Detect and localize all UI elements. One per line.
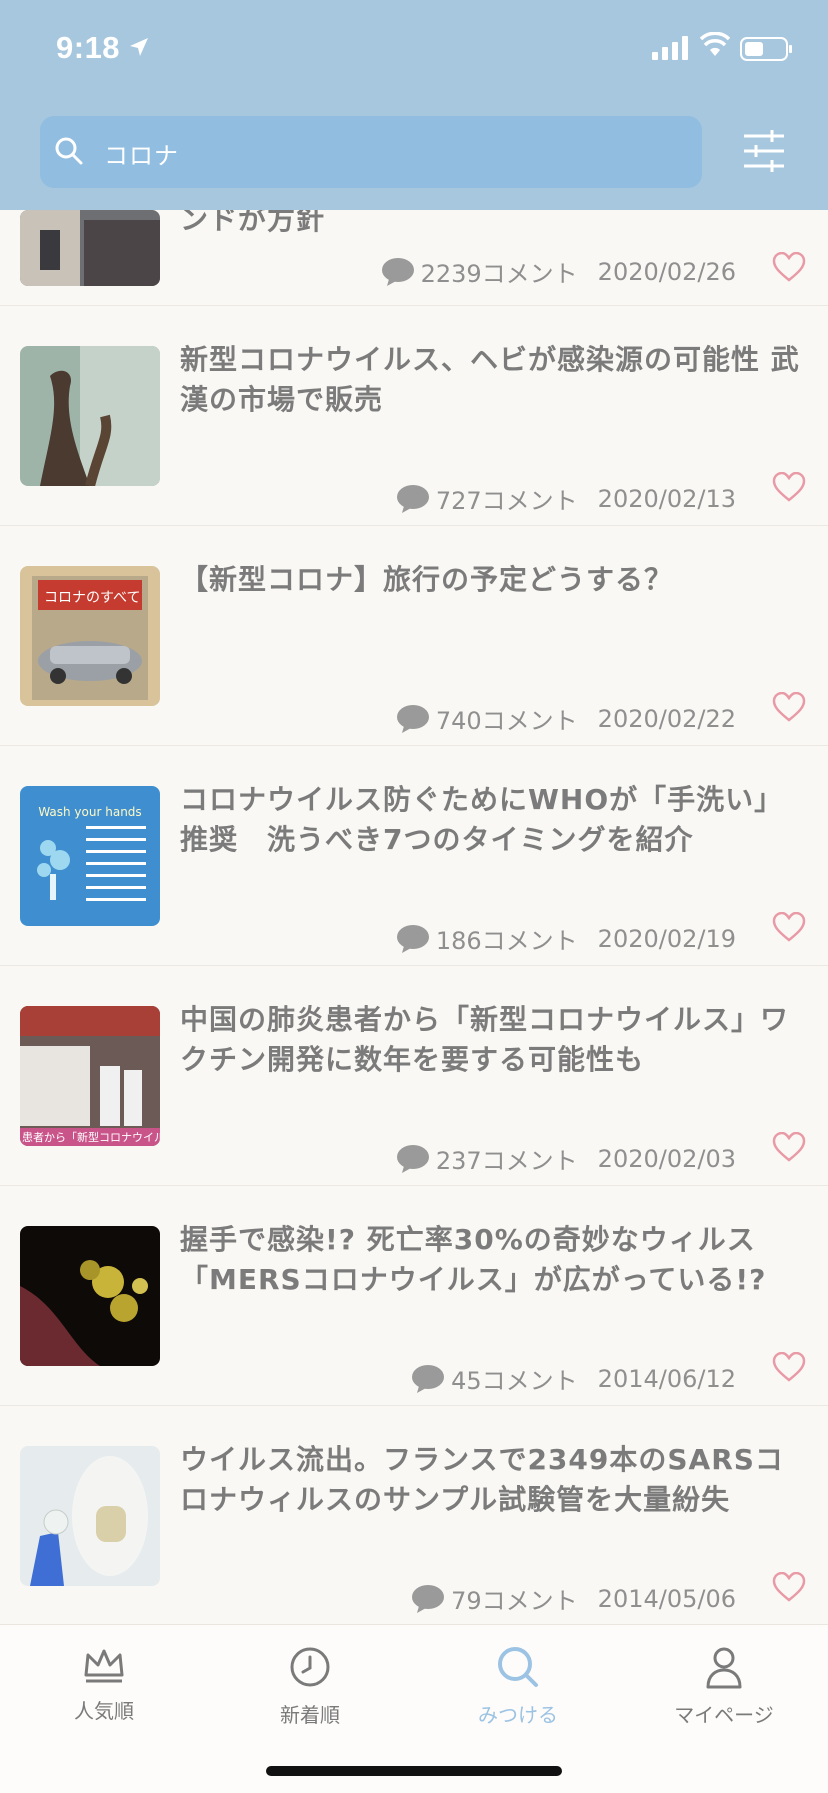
article-row[interactable]: 握手で感染!? 死亡率30%の奇妙なウィルス「MERSコロナウイルス」が広がって… (0, 1186, 828, 1407)
article-meta: 45コメント 2014/06/12 (411, 1361, 736, 1396)
article-meta: 2239コメント 2020/02/26 (381, 254, 736, 289)
comment-icon (396, 484, 429, 513)
crown-icon (84, 1649, 124, 1683)
article-row[interactable]: コロナのすべて 【新型コロナ】旅行の予定どうする？ 740コメント 2020/0… (0, 526, 828, 747)
tab-label: みつける (478, 1703, 558, 1727)
wifi-icon (699, 31, 731, 62)
article-row[interactable]: ウイルス流出。フランスで2349本のSARSコロナウィルスのサンプル試験管を大量… (0, 1406, 828, 1627)
article-thumbnail: 患者から「新型コロナウイル (20, 1006, 160, 1146)
tab-popular[interactable]: 人気順 (24, 1645, 184, 1724)
tab-discover[interactable]: みつける (438, 1645, 598, 1728)
article-date: 2020/02/22 (597, 704, 736, 733)
article-date: 2014/06/12 (597, 1364, 736, 1393)
comment-count: 186コメント (435, 927, 578, 955)
article-date: 2014/05/06 (597, 1584, 736, 1613)
comment-count: 45コメント (451, 1367, 578, 1395)
article-date: 2020/02/03 (597, 1144, 736, 1173)
favorite-heart-icon[interactable] (772, 1571, 806, 1606)
article-meta: 186コメント 2020/02/19 (396, 921, 736, 956)
clock-icon (290, 1647, 330, 1687)
article-thumbnail (20, 346, 160, 486)
home-indicator[interactable] (266, 1766, 562, 1776)
tab-mypage[interactable]: マイページ (644, 1645, 804, 1728)
article-title: 新型コロナウイルス、ヘビが感染源の可能性 武漢の市場で販売 (180, 343, 800, 416)
comment-icon (412, 1364, 445, 1393)
article-row[interactable]: Wash your hands コロナウイルス防ぐためにWHOが「手洗い」推奨 … (0, 746, 828, 967)
favorite-heart-icon[interactable] (772, 911, 806, 946)
article-row[interactable]: 患者から「新型コロナウイル 中国の肺炎患者から「新型コロナウイルス」ワクチン開発… (0, 966, 828, 1187)
article-meta: 237コメント 2020/02/03 (396, 1141, 736, 1176)
comment-icon (381, 257, 414, 286)
article-title: ウイルス流出。フランスで2349本のSARSコロナウィルスのサンプル試験管を大量… (180, 1443, 784, 1516)
favorite-heart-icon[interactable] (772, 251, 806, 286)
search-icon (54, 136, 84, 170)
tab-label: 人気順 (74, 1699, 134, 1723)
search-input[interactable]: コロナ (40, 116, 702, 188)
article-thumbnail: Wash your hands (20, 786, 160, 926)
tab-label: 新着順 (280, 1703, 340, 1727)
favorite-heart-icon[interactable] (772, 691, 806, 726)
battery-icon (740, 36, 794, 66)
article-thumbnail (20, 1446, 160, 1586)
comment-count: 727コメント (435, 487, 578, 515)
article-date: 2020/02/19 (597, 924, 736, 953)
favorite-heart-icon[interactable] (772, 1131, 806, 1166)
tab-newest[interactable]: 新着順 (230, 1645, 390, 1728)
comment-icon (396, 1144, 429, 1173)
article-date: 2020/02/13 (597, 484, 736, 513)
article-date: 2020/02/26 (597, 257, 736, 286)
filter-sliders-icon[interactable] (742, 130, 786, 176)
article-title: 握手で感染!? 死亡率30%の奇妙なウィルス「MERSコロナウイルス」が広がって… (180, 1223, 767, 1296)
article-row[interactable]: 新型コロナウイルス、ヘビが感染源の可能性 武漢の市場で販売 727コメント 20… (0, 306, 828, 527)
signal-icon (652, 36, 690, 64)
thumbnail-caption: 患者から「新型コロナウイル (22, 1130, 160, 1144)
thumbnail-caption: コロナのすべて (44, 590, 140, 606)
tab-label: マイページ (674, 1703, 774, 1727)
search-icon (498, 1647, 538, 1687)
search-header: 9:18 コロナ (0, 0, 828, 210)
article-meta: 740コメント 2020/02/22 (396, 701, 736, 736)
comment-count: 237コメント (435, 1147, 578, 1175)
article-title: 【新型コロナ】旅行の予定どうする？ (180, 563, 674, 596)
article-meta: 79コメント 2014/05/06 (411, 1581, 736, 1616)
thumbnail-heading: Wash your hands (38, 805, 141, 819)
comment-count: 79コメント (451, 1587, 578, 1615)
article-meta: 727コメント 2020/02/13 (396, 481, 736, 516)
article-title: コロナウイルス防ぐためにWHOが「手洗い」推奨 洗うべき7つのタイミングを紹介 (180, 783, 784, 856)
favorite-heart-icon[interactable] (772, 471, 806, 506)
article-thumbnail (20, 1226, 160, 1366)
comment-icon (396, 704, 429, 733)
article-thumbnail: コロナのすべて (20, 566, 160, 706)
person-icon (706, 1647, 742, 1689)
status-time: 9:18 (56, 30, 121, 65)
comment-count: 740コメント (435, 707, 578, 735)
article-title: 中国の肺炎患者から「新型コロナウイルス」ワクチン開発に数年を要する可能性も (180, 1003, 790, 1076)
comment-icon (412, 1584, 445, 1613)
comment-icon (396, 924, 429, 953)
favorite-heart-icon[interactable] (772, 1351, 806, 1386)
location-arrow-icon (128, 36, 150, 62)
search-query: コロナ (104, 142, 179, 170)
comment-count: 2239コメント (420, 260, 578, 288)
article-thumbnail (20, 210, 160, 286)
